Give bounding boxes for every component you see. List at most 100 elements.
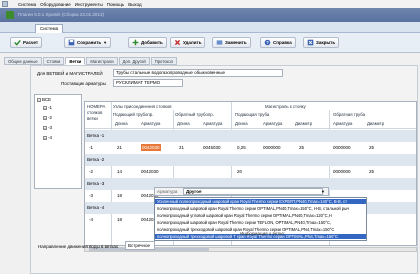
menu-tools[interactable]: Инструменты — [75, 2, 103, 7]
save-label: Сохранить — [77, 40, 102, 45]
dropdown-option[interactable]: полнопроходный шаровой кран Royal Thermo… — [157, 220, 331, 225]
fitting-combo[interactable]: Другое — [183, 188, 323, 195]
header-mains-title: Магистраль к стояку — [265, 104, 306, 109]
header-branch-no: НОМЕРА — [87, 104, 106, 109]
chevron-down-icon[interactable]: ▼ — [321, 189, 325, 194]
header-nodes-title: Узлы присоединения стояков — [113, 104, 172, 109]
table-row[interactable]: -1 21 0042030 21 0045030 0,25 0000000 25… — [85, 142, 416, 154]
menu-system[interactable]: Система — [18, 2, 36, 7]
tree-node[interactable]: + -1 — [43, 105, 52, 110]
fitting-combo-row: Арматура Другое ▼ — [154, 187, 329, 196]
group-label: Ветка -4 — [87, 205, 105, 210]
header-supply-section: Подающая труба — [235, 112, 270, 117]
tab-system[interactable]: Система — [35, 24, 64, 33]
svg-text:?: ? — [266, 40, 269, 45]
header-diameter: Диаметр — [367, 121, 385, 126]
cell-fitting: 0000000 — [263, 145, 281, 150]
app-menu-icon[interactable] — [2, 1, 8, 7]
branches-panel: Для ВЕТВЕЙ и МАГИСТРАЛЕЙ Трубы стальные … — [30, 65, 418, 274]
header-return-pipe: Обратный трубопр. — [175, 112, 214, 117]
help-button[interactable]: ? Справка — [260, 37, 296, 48]
tree-node[interactable]: + -2 — [43, 115, 52, 120]
menu-help[interactable]: Помощь — [107, 2, 124, 7]
help-label: Справка — [273, 40, 292, 45]
menu-equipment[interactable]: Оборудование — [40, 2, 71, 7]
header-branch-no-3: ветки — [87, 116, 98, 121]
water-direction-label: Направление движения воды в ветках — [38, 244, 119, 249]
cell-length: 14 — [117, 169, 123, 174]
delete-icon — [174, 39, 181, 46]
branch-pipes-label: Для ВЕТВЕЙ и МАГИСТРАЛЕЙ — [37, 71, 103, 76]
tree-root[interactable]: − ВСЕ — [37, 97, 51, 102]
close-label: Закрыть — [316, 40, 336, 45]
dropdown-option[interactable]: полнопроходный шаровой кран Royal Thermo… — [157, 206, 349, 211]
fitting-combo-label: Арматура — [157, 189, 178, 194]
group-label: Ветка -3 — [87, 181, 105, 186]
cell-fitting: 0000000 — [333, 169, 351, 174]
delete-label: Удалить — [183, 40, 202, 45]
cell-length: 20 — [237, 169, 243, 174]
menu-exit[interactable]: Выход — [128, 2, 141, 7]
expand-icon[interactable]: + — [43, 135, 47, 140]
cell-no: -3 — [89, 193, 94, 198]
window-tabstrip: Система — [0, 22, 420, 33]
table-row[interactable]: -2 14 0042030 20 0000000 25 — [85, 166, 416, 178]
calc-button[interactable]: Расчет — [10, 37, 43, 48]
tab-branches[interactable]: Ветки — [65, 57, 86, 65]
header-diameter: Диаметр — [295, 121, 313, 126]
supplier-field[interactable]: РУСКЛИМАТ ТЕРМО — [113, 79, 183, 87]
tab-risers[interactable]: Стояки — [42, 57, 65, 65]
collapse-icon[interactable]: − — [37, 97, 41, 102]
checkmark-icon — [14, 39, 21, 46]
app-logo-icon — [6, 11, 14, 19]
expand-icon[interactable]: + — [43, 115, 47, 120]
cell-no: -4 — [89, 217, 94, 222]
save-icon — [68, 39, 75, 46]
tree-node[interactable]: + -3 — [43, 125, 52, 130]
tab-general[interactable]: Общие данные — [4, 57, 42, 65]
supplier-label: Поставщик арматуры — [61, 81, 106, 86]
tree-node-label: -1 — [48, 105, 53, 110]
branch-tree[interactable]: − ВСЕ + -1 + -2 + -3 + -4 — [34, 94, 82, 189]
cell-length: 0,25 — [237, 145, 246, 150]
cell-length: 21 — [179, 145, 185, 150]
dropdown-option[interactable]: полнопроходный угловой шаровой кран Roya… — [157, 213, 332, 218]
chevron-down-icon[interactable]: ▼ — [103, 40, 107, 45]
water-direction-select[interactable]: Встречное — [125, 241, 155, 250]
header-fitting: Арматура — [203, 121, 223, 126]
cell-fitting-selected[interactable]: 0042030 — [141, 144, 161, 151]
expand-icon[interactable]: + — [43, 125, 47, 130]
header-length: Длина — [177, 121, 190, 126]
cell-length: 18 — [117, 217, 123, 222]
tree-node-label: -2 — [48, 115, 53, 120]
cell-length: 18 — [117, 193, 123, 198]
branch-pipes-field[interactable]: Трубы стальные водогазопроводные обыкнов… — [113, 69, 283, 77]
add-button[interactable]: Добавить — [128, 37, 167, 48]
header-fitting: Арматура — [333, 121, 353, 126]
tab-mains[interactable]: Магистрали — [86, 57, 118, 65]
header-fitting: Арматура — [263, 121, 283, 126]
cell-diameter: 25 — [299, 145, 305, 150]
cell-diameter: 25 — [369, 169, 375, 174]
expand-icon[interactable]: + — [43, 105, 47, 110]
close-button[interactable]: Закрыть — [303, 37, 340, 48]
tab-protocol[interactable]: Протокол — [150, 57, 178, 65]
replace-button[interactable]: Заменить — [212, 37, 251, 48]
save-button[interactable]: Сохранить ▼ — [64, 37, 112, 48]
header-divider — [85, 128, 416, 129]
header-length: Длина — [235, 121, 248, 126]
tree-node[interactable]: + -4 — [43, 135, 52, 140]
cell-fitting: 0045030 — [203, 145, 221, 150]
header-length: Длина — [115, 121, 128, 126]
tab-other[interactable]: Доп. Другой — [118, 57, 150, 65]
group-row[interactable]: Ветка -1 — [85, 130, 416, 142]
tree-node-label: -3 — [48, 125, 53, 130]
dropdown-option-selected[interactable]: Усиленный полнопроходный шаровой кран Ro… — [155, 199, 366, 204]
header-fitting: Арматура — [141, 121, 161, 126]
header-supply-pipe: Подающий трубопр. — [113, 112, 154, 117]
main-window: Система Расчет Сохранить ▼ Добавить Удал… — [0, 22, 420, 274]
group-row[interactable]: Ветка -2 — [85, 154, 416, 166]
replace-label: Заменить — [225, 40, 247, 45]
delete-button[interactable]: Удалить — [170, 37, 206, 48]
tree-root-label: ВСЕ — [42, 97, 52, 102]
